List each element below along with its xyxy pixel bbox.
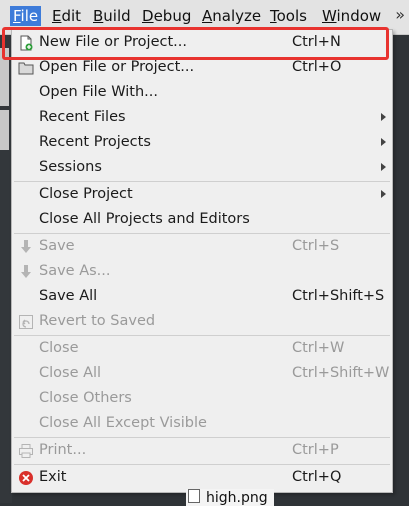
menu-item-shortcut: Ctrl+P (292, 442, 339, 458)
menu-item-label: Revert to Saved (39, 313, 156, 329)
open-folder-icon (18, 62, 34, 75)
menu-edit[interactable]: Edit (52, 7, 81, 25)
menu-separator (14, 181, 390, 182)
new-file-icon (20, 35, 33, 51)
menu-item-save-as[interactable]: Save As... (12, 260, 392, 285)
submenu-arrow-icon (381, 163, 386, 171)
menu-item-shortcut: Ctrl+N (292, 34, 341, 50)
menu-tools-mnemonic: T (270, 7, 277, 25)
menu-item-shortcut: Ctrl+Shift+S (292, 288, 385, 304)
menu-item-label: Close Project (39, 186, 133, 202)
menu-item-label: Sessions (39, 159, 102, 175)
menu-item-label: Exit (39, 469, 67, 485)
menu-item-label: Close All (39, 365, 102, 381)
menu-item-label: Recent Projects (39, 134, 151, 150)
background-file-name: high.png (206, 490, 268, 506)
menu-build-mnemonic: B (93, 7, 104, 25)
exit-icon (19, 471, 33, 485)
menu-item-sessions[interactable]: Sessions (12, 156, 392, 181)
menu-separator (14, 335, 390, 336)
menu-separator (14, 464, 390, 465)
menu-debug[interactable]: Debug (142, 7, 191, 25)
menu-item-label: New File or Project... (39, 34, 187, 50)
menu-item-shortcut: Ctrl+O (292, 59, 342, 75)
menu-item-print[interactable]: Print... Ctrl+P (12, 439, 392, 464)
menu-item-close-project[interactable]: Close Project (12, 183, 392, 208)
menu-item-close[interactable]: Close Ctrl+W (12, 337, 392, 362)
menu-item-label: Save As... (39, 263, 111, 279)
menu-separator (14, 233, 390, 234)
menu-item-label: Save (39, 238, 75, 254)
menu-item-close-others[interactable]: Close Others (12, 387, 392, 412)
menu-item-save-all[interactable]: Save All Ctrl+Shift+S (12, 285, 392, 310)
background-file-item: high.png (186, 489, 274, 506)
menu-item-shortcut: Ctrl+S (292, 238, 340, 254)
menu-item-close-all-projects[interactable]: Close All Projects and Editors (12, 208, 392, 233)
menu-item-shortcut: Ctrl+Q (292, 469, 342, 485)
menu-analyze[interactable]: Analyze (202, 7, 261, 25)
menu-debug-mnemonic: D (142, 7, 154, 25)
submenu-arrow-icon (381, 113, 386, 121)
menu-item-recent-projects[interactable]: Recent Projects (12, 131, 392, 156)
menu-overflow-icon[interactable]: » (395, 5, 405, 24)
menu-item-label: Close (39, 340, 79, 356)
save-icon (21, 240, 31, 253)
menu-item-close-all[interactable]: Close All Ctrl+Shift+W (12, 362, 392, 387)
menu-file-mnemonic: F (13, 7, 21, 25)
menu-item-shortcut: Ctrl+W (292, 340, 345, 356)
menu-item-shortcut: Ctrl+Shift+W (292, 365, 390, 381)
sidebar-marker (0, 48, 9, 106)
menu-item-open-file[interactable]: Open File or Project... Ctrl+O (12, 56, 392, 81)
menu-item-recent-files[interactable]: Recent Files (12, 106, 392, 131)
menu-separator (14, 437, 390, 438)
print-icon (19, 444, 33, 458)
menu-item-save[interactable]: Save Ctrl+S (12, 235, 392, 260)
sidebar-marker (0, 110, 9, 150)
menu-file[interactable]: File (10, 6, 42, 26)
menu-item-close-all-except[interactable]: Close All Except Visible (12, 412, 392, 437)
file-menu-dropdown: New File or Project... Ctrl+N Open File … (11, 29, 393, 493)
menu-edit-mnemonic: E (52, 7, 62, 25)
menu-window-mnemonic: W (322, 7, 337, 25)
submenu-arrow-icon (381, 190, 386, 198)
menu-analyze-mnemonic: A (202, 7, 213, 25)
submenu-arrow-icon (381, 138, 386, 146)
menu-tools[interactable]: Tools (270, 7, 307, 25)
menu-item-revert[interactable]: Revert to Saved (12, 310, 392, 335)
revert-icon (19, 315, 33, 329)
menu-item-new-file[interactable]: New File or Project... Ctrl+N (12, 31, 392, 56)
menu-build[interactable]: Build (93, 7, 131, 25)
menu-item-label: Close All Projects and Editors (39, 211, 250, 227)
menu-item-label: Save All (39, 288, 98, 304)
menu-window[interactable]: Window (322, 7, 381, 25)
menu-item-label: Open File or Project... (39, 59, 195, 75)
menu-item-exit[interactable]: Exit Ctrl+Q (12, 466, 392, 491)
image-file-icon (188, 489, 200, 503)
menu-item-label: Print... (39, 442, 87, 458)
menu-file-rest: ile (20, 7, 39, 25)
menu-item-label: Close All Except Visible (39, 415, 207, 431)
menu-item-open-with[interactable]: Open File With... (12, 81, 392, 106)
menu-item-label: Open File With... (39, 84, 158, 100)
menu-item-label: Recent Files (39, 109, 126, 125)
save-as-icon (21, 265, 31, 278)
menu-item-label: Close Others (39, 390, 132, 406)
